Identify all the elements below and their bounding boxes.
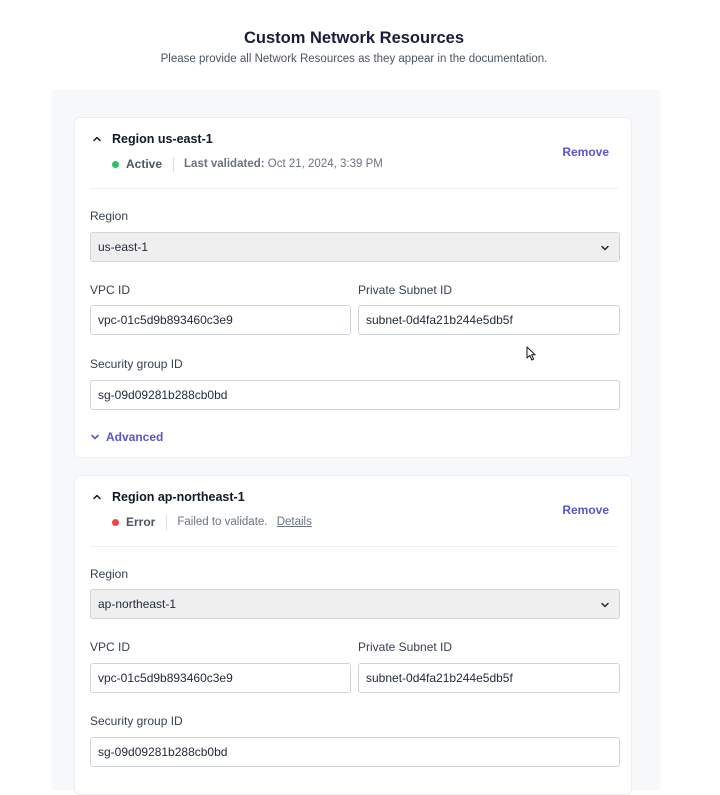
page-title: Custom Network Resources (243, 29, 465, 47)
security-group-id-input[interactable] (90, 737, 620, 767)
region-select[interactable]: us-east-1 (90, 232, 620, 262)
last-validated-label: Last validated: (184, 158, 265, 170)
status-separator (166, 514, 168, 530)
vpc-id-input[interactable] (90, 663, 351, 693)
private-subnet-id-input[interactable] (358, 663, 620, 693)
region-card: Region us-east-1 Active Last validated: … (74, 117, 632, 458)
status-dot-icon (112, 518, 119, 526)
region-label: Region (90, 209, 129, 223)
region-card-header: Region ap-northeast-1 Error Failed to va… (75, 476, 631, 546)
private-subnet-id-label: Private Subnet ID (358, 283, 453, 297)
region-label: Region (90, 567, 129, 581)
region-select-value: ap-northeast-1 (98, 597, 177, 611)
status-row: Active Last validated: Oct 21, 2024, 3:3… (112, 156, 383, 172)
vpc-id-label: VPC ID (90, 640, 131, 654)
status-separator (173, 156, 175, 172)
region-select-value: us-east-1 (98, 240, 149, 254)
region-select[interactable]: ap-northeast-1 (90, 589, 620, 619)
security-group-id-label: Security group ID (90, 357, 183, 371)
private-subnet-id-input[interactable] (358, 305, 620, 335)
details-link[interactable]: Details (277, 516, 312, 528)
chevron-up-icon[interactable] (91, 133, 103, 145)
status-label: Error (126, 515, 156, 529)
region-title: Region ap-northeast-1 (112, 490, 245, 504)
chevron-down-icon (600, 599, 610, 609)
last-validated: Last validated: Oct 21, 2024, 3:39 PM (184, 158, 383, 170)
page-subtitle: Please provide all Network Resources as … (160, 53, 548, 65)
mouse-pointer-icon (526, 346, 536, 361)
security-group-id-label: Security group ID (90, 714, 183, 728)
advanced-label: Advanced (106, 430, 164, 444)
status-label: Active (126, 157, 163, 171)
chevron-down-icon (91, 434, 99, 440)
chevron-up-icon[interactable] (91, 491, 103, 503)
advanced-toggle[interactable]: Advanced (90, 430, 163, 444)
private-subnet-id-label: Private Subnet ID (358, 640, 453, 654)
remove-button[interactable]: Remove (562, 503, 609, 517)
error-message: Failed to validate. Details (177, 516, 312, 528)
status-row: Error Failed to validate. Details (112, 514, 312, 530)
chevron-down-icon (600, 242, 610, 252)
remove-button[interactable]: Remove (562, 145, 609, 159)
last-validated-value: Oct 21, 2024, 3:39 PM (267, 158, 383, 170)
error-message-text: Failed to validate. (177, 516, 268, 528)
divider (90, 546, 618, 547)
region-card: Region ap-northeast-1 Error Failed to va… (74, 475, 632, 795)
region-card-header: Region us-east-1 Active Last validated: … (75, 118, 631, 188)
vpc-id-label: VPC ID (90, 283, 131, 297)
divider (90, 188, 618, 189)
region-title: Region us-east-1 (112, 132, 213, 146)
security-group-id-input[interactable] (90, 380, 620, 410)
status-dot-icon (112, 160, 119, 168)
vpc-id-input[interactable] (90, 305, 351, 335)
